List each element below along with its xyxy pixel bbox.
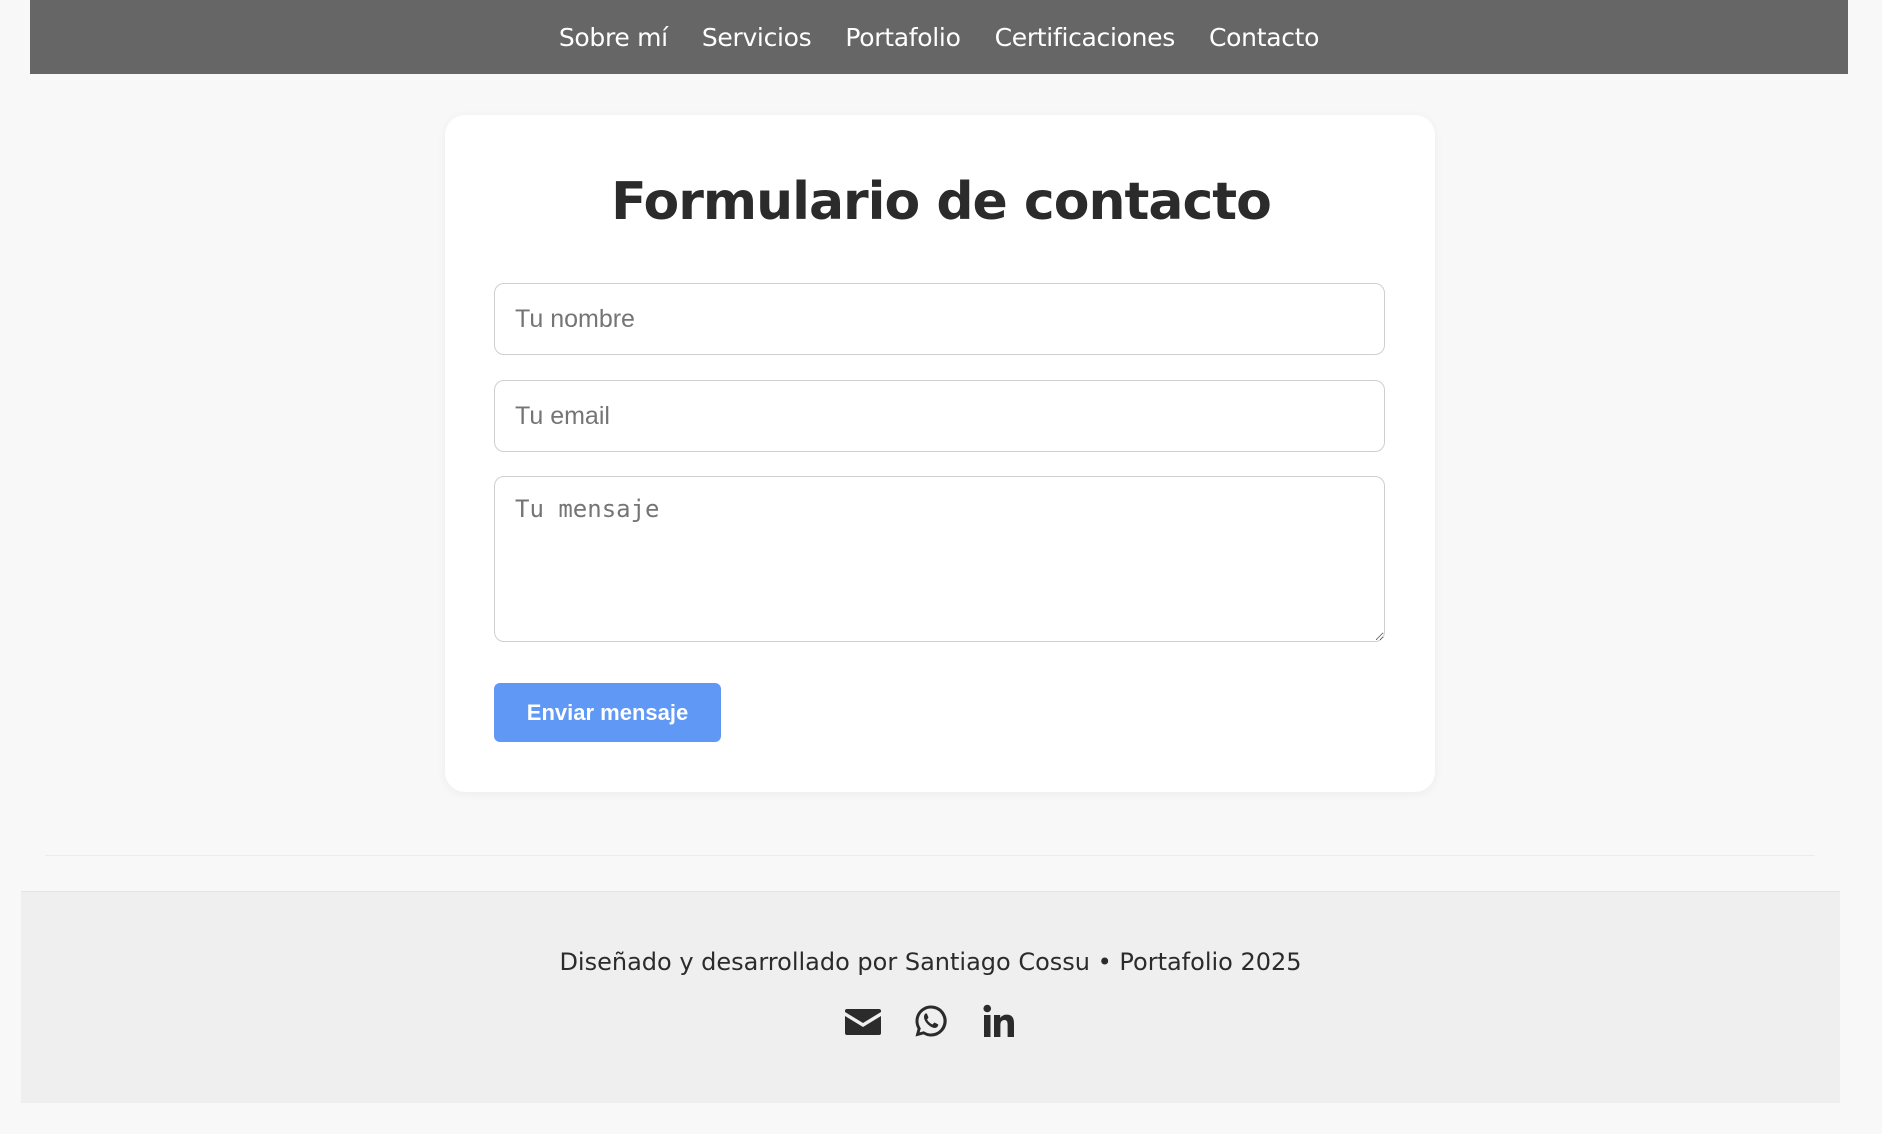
send-message-button[interactable]: Enviar mensaje (494, 683, 721, 742)
divider (45, 855, 1815, 856)
top-navbar: Sobre mí Servicios Portafolio Certificac… (30, 0, 1848, 74)
social-links (21, 1002, 1840, 1040)
email-input[interactable] (494, 380, 1385, 452)
nav-link-contacto[interactable]: Contacto (1209, 23, 1319, 52)
whatsapp-icon[interactable] (912, 1002, 950, 1040)
form-title: Formulario de contacto (611, 172, 1272, 232)
nav-link-certificaciones[interactable]: Certificaciones (995, 23, 1176, 52)
nav-link-servicios[interactable]: Servicios (702, 23, 812, 52)
linkedin-icon[interactable] (980, 1002, 1018, 1040)
message-textarea[interactable] (494, 476, 1385, 642)
envelope-icon[interactable] (844, 1002, 882, 1040)
footer: Diseñado y desarrollado por Santiago Cos… (21, 891, 1840, 1103)
name-input[interactable] (494, 283, 1385, 355)
footer-credit: Diseñado y desarrollado por Santiago Cos… (559, 948, 1302, 976)
nav-link-portafolio[interactable]: Portafolio (845, 23, 960, 52)
nav-link-sobre-mi[interactable]: Sobre mí (559, 23, 668, 52)
